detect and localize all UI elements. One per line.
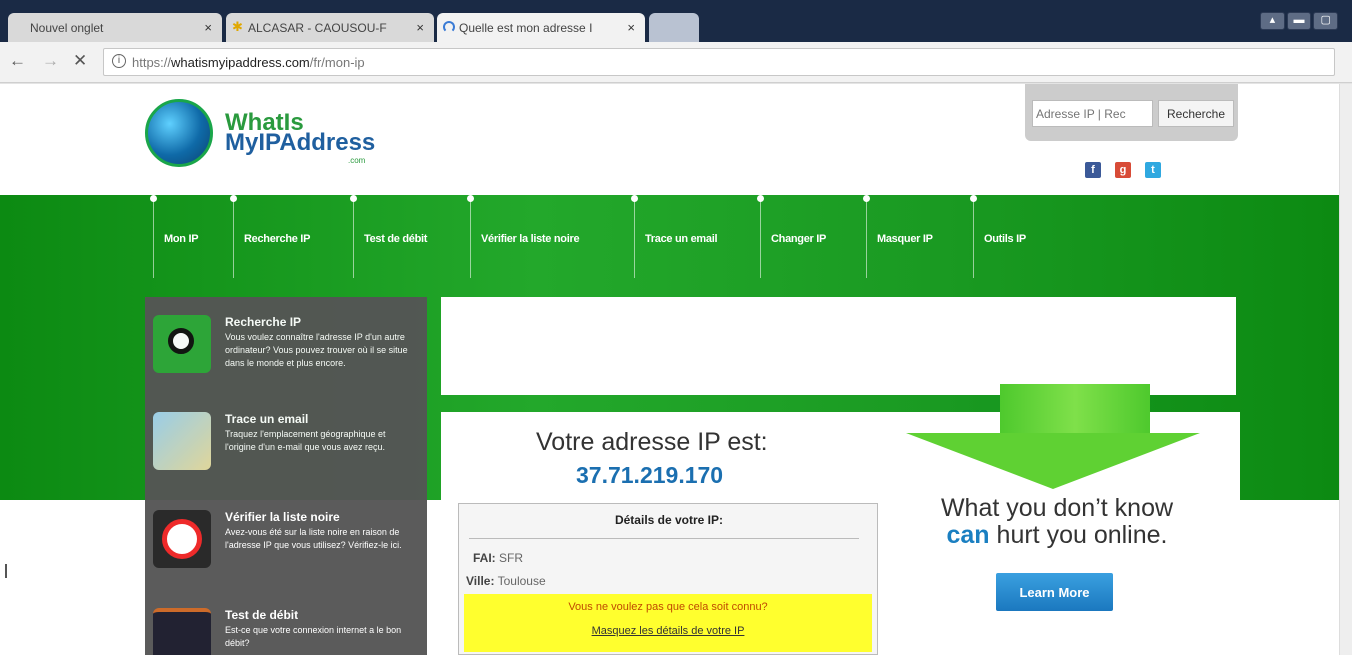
window-controls: ▴ ▬ ▢ [1260,12,1339,30]
facebook-icon[interactable]: f [1085,162,1101,178]
arrow-head-icon [906,433,1200,489]
tab-new-tab[interactable]: Nouvel onglet × [8,13,222,42]
arrow-down-icon [1000,384,1150,439]
minimize-icon[interactable]: ▬ [1286,12,1312,30]
ip-lookup-icon [153,315,211,373]
hide-ip-question: Vous ne voulez pas que cela soit connu? [568,601,768,613]
city-value: Toulouse [497,574,546,588]
isp-value: SFR [499,551,524,565]
url-scheme: https:// [132,55,172,70]
nav-changer-ip[interactable]: Changer IP [771,233,826,245]
nav-test-debit[interactable]: Test de débit [364,233,427,245]
ip-details-box: Détails de votre IP: FAI: SFR Ville: Tou… [458,503,878,655]
google-plus-icon[interactable]: g [1115,162,1131,178]
globe-icon [145,99,213,167]
tools-sidebar: Recherche IP Vous voulez connaître l'adr… [145,297,427,655]
close-icon[interactable]: × [416,20,424,35]
sidebar-item-desc: Traquez l'emplacement géographique et l'… [225,429,386,452]
sidebar-item-desc: Est-ce que votre connexion internet a le… [225,625,402,648]
site-logo[interactable]: WhatIs MyIPAddress .com [145,99,395,179]
back-arrow-icon[interactable]: ← [9,51,26,71]
nav-liste-noire[interactable]: Vérifier la liste noire [481,233,580,245]
promo-line-2: can hurt you online. [898,523,1216,548]
learn-more-button[interactable]: Learn More [996,573,1113,611]
site-search: Recherche [1025,84,1238,141]
stop-loading-icon[interactable]: ✕ [73,51,87,71]
city-label: Ville: [466,574,495,588]
promo-line-1: What you don’t know [940,494,1174,522]
nav-outils-ip[interactable]: Outils IP [984,233,1026,245]
nav-trace-email[interactable]: Trace un email [645,233,718,245]
window-menu-icon[interactable]: ▴ [1260,12,1285,30]
sidebar-item-title: Vérifier la liste noire [225,510,340,524]
address-bar[interactable]: i https://whatismyipaddress.com/fr/mon-i… [103,48,1335,76]
close-icon[interactable]: × [204,20,212,35]
maximize-icon[interactable]: ▢ [1313,12,1339,30]
city-row: Ville: Toulouse [466,574,546,588]
email-trace-icon [153,412,211,470]
sidebar-item-title: Recherche IP [225,315,302,329]
nav-recherche-ip[interactable]: Recherche IP [244,233,310,245]
divider [469,538,859,539]
tab-title: Quelle est mon adresse I [459,21,593,35]
logo-text-com: .com [348,156,366,165]
hide-ip-link[interactable]: Masquez les détails de votre IP [464,625,872,637]
ip-address-value: 37.71.219.170 [576,462,724,488]
url-path: /fr/mon-ip [309,55,365,70]
ip-search-input[interactable] [1032,100,1153,127]
nav-masquer-ip[interactable]: Masquer IP [877,233,933,245]
star-favicon-icon: ✱ [232,19,243,34]
loading-spinner-icon [443,21,455,33]
tab-strip: Nouvel onglet × ✱ ALCASAR - CAOUSOU-F × … [0,13,1352,42]
ip-heading: Votre adresse IP est: [536,428,768,456]
webpage: WhatIs MyIPAddress .com Recherche f g t … [0,84,1339,655]
hide-ip-callout: Vous ne voulez pas que cela soit connu? … [464,594,872,652]
tab-alcasar[interactable]: ✱ ALCASAR - CAOUSOU-F × [226,13,434,42]
tab-whatismyip[interactable]: Quelle est mon adresse I × [437,13,645,42]
nav-mon-ip[interactable]: Mon IP [164,233,199,245]
blacklist-icon [153,510,211,568]
speedometer-icon [153,608,211,655]
tab-title: Nouvel onglet [30,21,104,35]
sidebar-item-desc: Avez-vous été sur la liste noire en rais… [225,527,402,550]
scrollbar[interactable] [1339,84,1352,655]
twitter-icon[interactable]: t [1145,162,1161,178]
promo-rest: hurt you online. [989,521,1168,549]
page-edge-mark [5,564,7,578]
site-info-icon[interactable]: i [112,54,126,68]
sidebar-item-title: Test de débit [225,608,299,622]
browser-titlebar: Nouvel onglet × ✱ ALCASAR - CAOUSOU-F × … [0,0,1352,42]
new-tab-button[interactable] [649,13,699,42]
browser-toolbar: ← → ✕ i https://whatismyipaddress.com/fr… [0,42,1352,83]
sidebar-item-desc: Vous voulez connaître l'adresse IP d'un … [225,332,408,368]
search-button[interactable]: Recherche [1158,100,1234,127]
social-links: f g t [1085,162,1161,178]
logo-text-myipaddress: MyIPAddress [225,129,376,156]
close-icon[interactable]: × [627,20,635,35]
details-title: Détails de votre IP: [614,513,724,527]
isp-row: FAI: SFR [473,551,523,565]
promo-emphasis: can [946,521,990,549]
isp-label: FAI: [473,551,496,565]
sidebar-item-title: Trace un email [225,412,309,426]
ad-placeholder [441,297,1236,395]
url-host: whatismyipaddress.com [171,55,310,70]
forward-arrow-icon[interactable]: → [42,51,59,71]
tab-title: ALCASAR - CAOUSOU-F [248,21,387,35]
